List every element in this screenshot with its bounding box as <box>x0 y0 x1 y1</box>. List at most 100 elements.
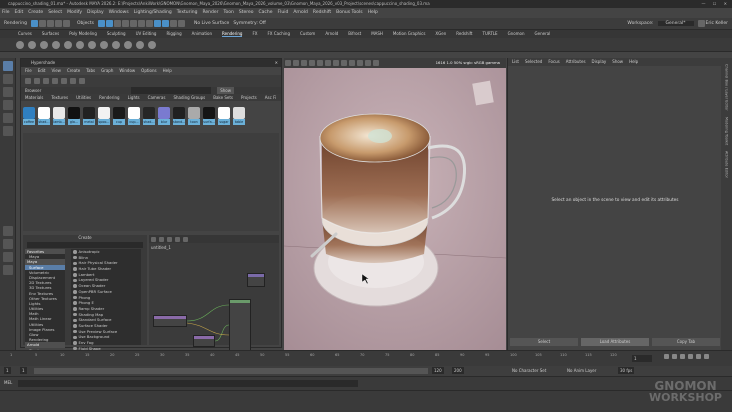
lights-icon[interactable] <box>325 60 331 66</box>
menu-render[interactable]: Render <box>202 10 218 15</box>
material-swatch[interactable]: blur <box>158 107 170 127</box>
hypershade-menu-tabs[interactable]: Tabs <box>86 68 95 73</box>
browser-tab[interactable]: Textures <box>51 95 68 100</box>
hypershade-menu-edit[interactable]: Edit <box>38 68 46 73</box>
shelf-tab-surfaces[interactable]: Surfaces <box>42 31 59 36</box>
single-view-icon[interactable] <box>3 226 13 236</box>
swatch-size-icon[interactable] <box>70 78 76 84</box>
material-swatch[interactable]: cup <box>113 107 125 127</box>
shelf-tab-fx[interactable]: FX <box>252 31 257 36</box>
go-to-start-icon[interactable] <box>664 354 669 359</box>
four-view-icon[interactable] <box>3 239 13 249</box>
workspace-dropdown[interactable]: General* <box>657 21 694 26</box>
range-start-field[interactable]: 1 <box>20 367 27 374</box>
shelf-tab-sculpting[interactable]: Sculpting <box>107 31 126 36</box>
shelf-tab-animation[interactable]: Animation <box>192 31 212 36</box>
clear-graph-icon[interactable] <box>52 78 58 84</box>
snap-point-icon[interactable] <box>138 20 145 27</box>
textured-icon[interactable] <box>317 60 323 66</box>
output-connections-icon[interactable] <box>43 78 49 84</box>
browser-search-input[interactable] <box>131 87 212 94</box>
attribute-menu-display[interactable]: Display <box>592 59 607 64</box>
load-attributes-button[interactable]: Load Attributes <box>581 338 649 346</box>
menu-set-dropdown[interactable]: Rendering <box>4 21 27 26</box>
step-back-icon[interactable] <box>672 354 677 359</box>
node-graph[interactable]: untitled_1 <box>149 235 279 369</box>
menu-redshift[interactable]: Redshift <box>313 10 331 15</box>
hypershade-menu-view[interactable]: View <box>51 68 61 73</box>
shelf-tab-curves[interactable]: Curves <box>18 31 32 36</box>
select-by-object-icon[interactable] <box>106 20 113 27</box>
shelf-tab-xgen[interactable]: XGen <box>435 31 446 36</box>
time-slider[interactable]: 1 5 10 15 20 25 30 35 40 45 50 55 60 65 70 75 80 85 90 95 10… <box>0 350 732 366</box>
material-swatch[interactable]: metal <box>83 107 95 127</box>
hypershade-menu-graph[interactable]: Graph <box>101 68 113 73</box>
menu-edit[interactable]: Edit <box>15 10 24 15</box>
render-current-frame-icon[interactable] <box>162 20 169 27</box>
menu-display[interactable]: Display <box>87 10 104 15</box>
shelf-tab-redshift[interactable]: Redshift <box>456 31 472 36</box>
shelf-phong-icon[interactable] <box>100 40 108 49</box>
isolate-icon[interactable] <box>341 60 347 66</box>
menu-arnold[interactable]: Arnold <box>293 10 308 15</box>
start-frame-field[interactable]: 1 <box>4 367 11 374</box>
create-search-input[interactable] <box>27 242 143 248</box>
material-swatch[interactable]: spoo... <box>98 107 110 127</box>
shelf-tab-general[interactable]: General <box>535 31 551 36</box>
snap-curve-icon[interactable] <box>130 20 137 27</box>
material-swatch[interactable]: shad... <box>143 107 155 127</box>
attribute-menu-attributes[interactable]: Attributes <box>566 59 586 64</box>
menu-bonus-tools[interactable]: Bonus Tools <box>336 10 362 15</box>
shelf-camera-icon[interactable] <box>16 40 24 49</box>
menu-cache[interactable]: Cache <box>259 10 273 15</box>
shelf-tab-rendering[interactable]: Rendering <box>222 31 243 37</box>
shelf-blinn-icon[interactable] <box>76 40 84 49</box>
end-frame-field[interactable]: 200 <box>452 367 464 374</box>
modeling-toolkit-tab[interactable]: Modeling Toolkit <box>725 117 729 145</box>
channel-box-tab[interactable]: Channel Box / Layer Editor <box>725 64 729 111</box>
hypershade-menu-create[interactable]: Create <box>67 68 80 73</box>
rearrange-graph-icon[interactable] <box>61 78 67 84</box>
select-by-component-icon[interactable] <box>114 20 121 27</box>
symmetry-dropdown[interactable]: Symmetry: Off <box>233 21 266 26</box>
attribute-menu-help[interactable]: Help <box>629 59 638 64</box>
hypershade-menu-file[interactable]: File <box>25 68 32 73</box>
attribute-editor-tab[interactable]: Attribute Editor <box>725 151 729 178</box>
shelf-lambert-icon[interactable] <box>88 40 96 49</box>
menu-windows[interactable]: Windows <box>109 10 129 15</box>
save-scene-icon[interactable] <box>46 20 54 27</box>
range-bar[interactable] <box>34 368 428 374</box>
material-swatch[interactable]: table <box>233 107 245 127</box>
open-scene-icon[interactable] <box>38 20 46 27</box>
window-controls[interactable]: — ☐ ✕ <box>702 0 730 8</box>
wireframe-icon[interactable] <box>301 60 307 66</box>
go-to-end-icon[interactable] <box>704 354 709 359</box>
browser-tab[interactable]: Bake Sets <box>213 95 233 100</box>
shelf-tab-uv-editing[interactable]: UV Editing <box>136 31 157 36</box>
browser-tab[interactable]: Rendering <box>99 95 119 100</box>
shelf-tab-rigging[interactable]: Rigging <box>166 31 181 36</box>
user-avatar-icon[interactable] <box>697 20 705 27</box>
gate-icon[interactable] <box>373 60 379 66</box>
select-tool-icon[interactable] <box>3 61 13 71</box>
menu-texturing[interactable]: Texturing <box>177 10 198 15</box>
material-swatch[interactable]: shad... <box>38 107 50 127</box>
copy-tab-button[interactable]: Copy Tab <box>652 338 720 346</box>
lasso-tool-icon[interactable] <box>3 74 13 84</box>
menu-toon[interactable]: Toon <box>224 10 234 15</box>
material-swatch[interactable]: coffee <box>23 107 35 127</box>
shelf-surface-icon[interactable] <box>112 40 120 49</box>
play-forward-icon[interactable] <box>688 354 693 359</box>
shelf-tab-gnomon[interactable]: Gnomon <box>508 31 525 36</box>
material-swatch[interactable]: cup... <box>128 107 140 127</box>
character-set-dropdown[interactable]: No Character Set <box>510 367 548 374</box>
material-swatch[interactable]: sugar <box>218 107 230 127</box>
user-name[interactable]: Eric Keller <box>706 21 728 26</box>
hypershade-menu-help[interactable]: Help <box>163 68 172 73</box>
browser-tab[interactable]: Utilities <box>76 95 91 100</box>
shelf-area-light-icon[interactable] <box>52 40 60 49</box>
material-swatch[interactable]: gla... <box>68 107 80 127</box>
material-swatch[interactable]: surfa... <box>203 107 215 127</box>
close-icon[interactable]: ✕ <box>275 59 278 67</box>
material-swatch[interactable]: toon <box>188 107 200 127</box>
